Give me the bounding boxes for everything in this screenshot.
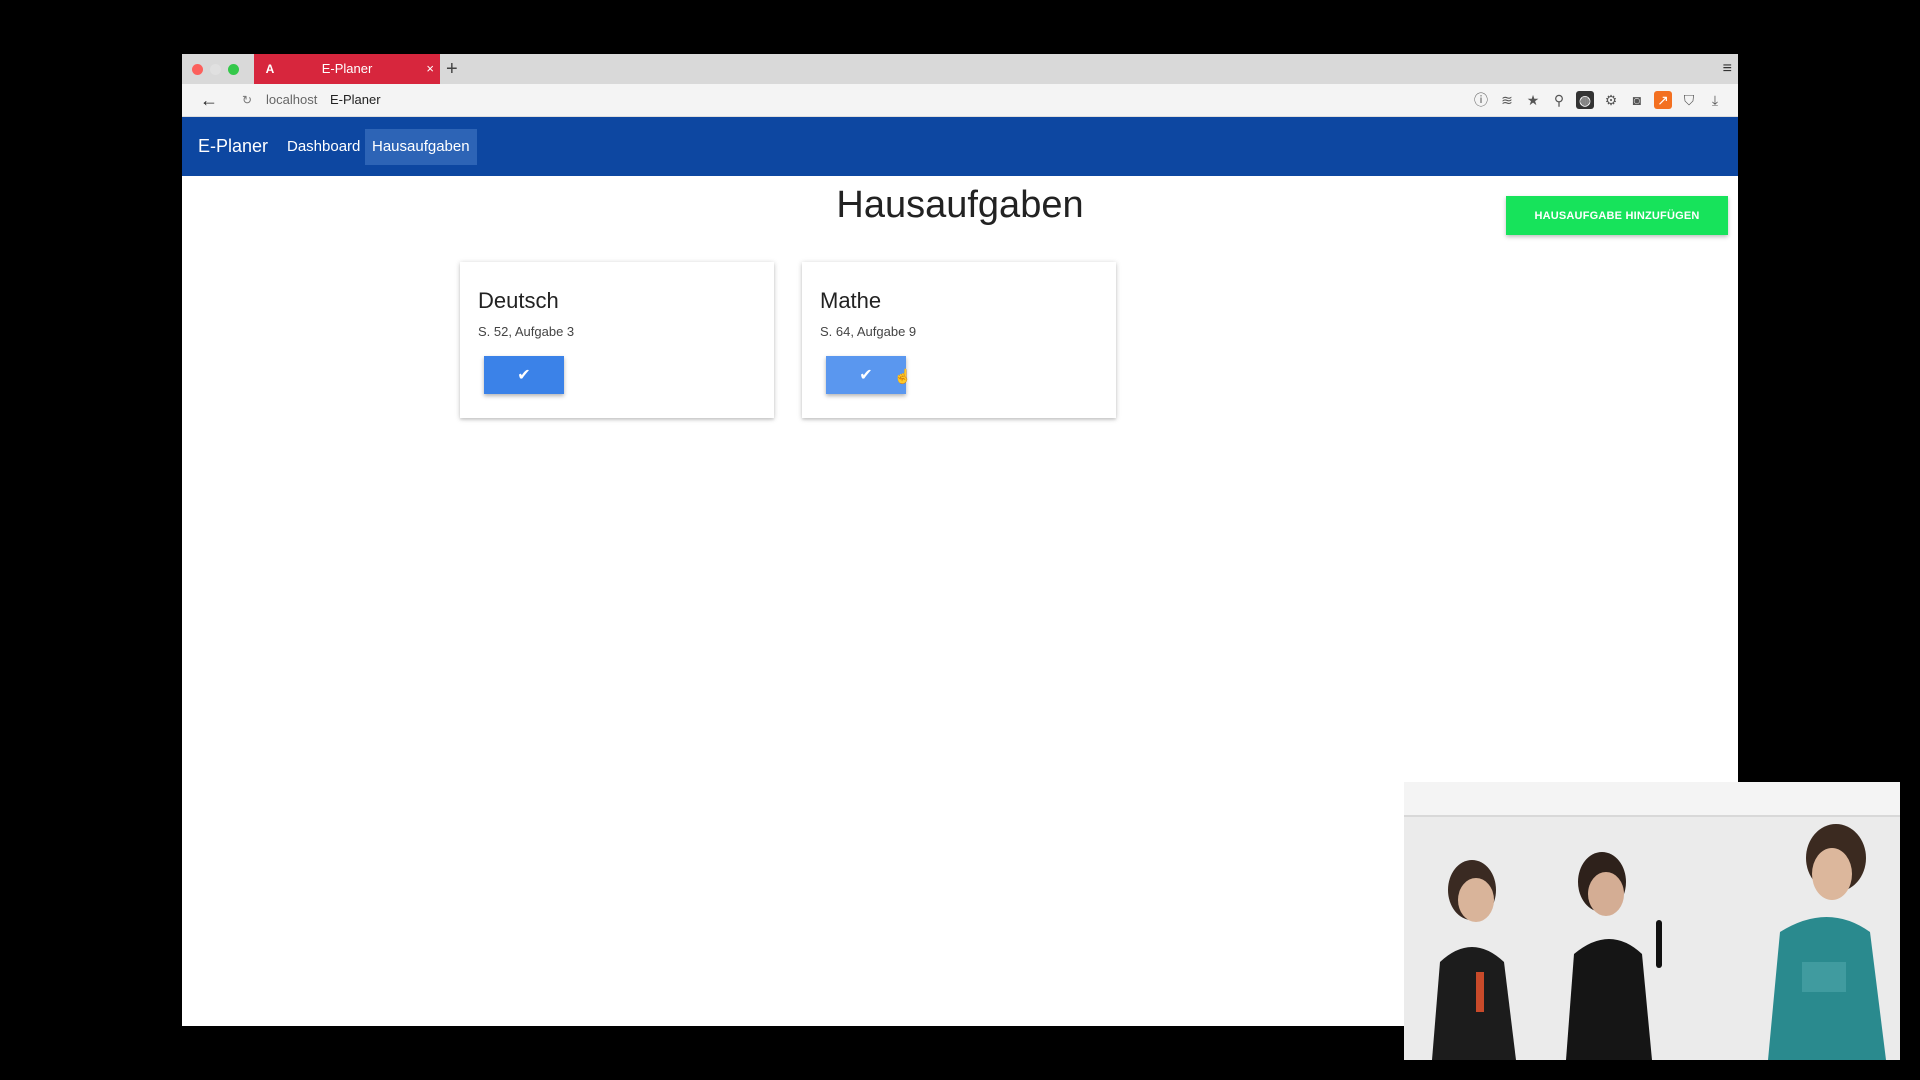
back-button[interactable]: ←	[200, 84, 218, 116]
ghost-icon[interactable]: ◍	[1576, 91, 1594, 109]
nav-item-hausaufgaben[interactable]: Hausaufgaben	[365, 129, 477, 165]
address-bar-host[interactable]: localhost	[266, 84, 317, 116]
card-subject: Mathe	[820, 288, 882, 313]
card-task: S. 52, Aufgabe 3	[478, 324, 575, 339]
tab-title: E-Planer	[321, 61, 373, 76]
mark-done-button[interactable]: ✔	[484, 356, 564, 394]
reload-icon[interactable]: ↻	[242, 84, 252, 116]
info-icon[interactable]: ⓘ	[1472, 91, 1490, 109]
camera-icon[interactable]: ◙	[1628, 91, 1646, 109]
browser-toolbar: ← ↻ localhost E-Planer ⓘ ≋ ★ ⚲ ◍ ⚙ ◙ ↗ ⛉…	[182, 84, 1738, 117]
presenters-image	[1404, 782, 1900, 1060]
menu-icon[interactable]: ≡	[1723, 54, 1732, 84]
presenter-webcam-video	[1404, 782, 1900, 1060]
star-icon[interactable]: ★	[1524, 91, 1542, 109]
address-bar-title[interactable]: E-Planer	[330, 84, 381, 116]
homework-card: Deutsch S. 52, Aufgabe 3 ✔	[460, 262, 774, 418]
page-title: Hausaufgaben	[836, 184, 1084, 226]
check-icon: ✔	[517, 367, 531, 384]
screen: A E-Planer × + ≡ ← ↻ localhost E-Planer …	[0, 0, 1920, 1080]
search-icon[interactable]: ⚲	[1550, 91, 1568, 109]
extension-icons: ⓘ ≋ ★ ⚲ ◍ ⚙ ◙ ↗ ⛉ ⤓	[1472, 90, 1724, 110]
download-icon[interactable]: ⤓	[1706, 91, 1724, 109]
add-homework-button[interactable]: HAUSAUFGABE HINZUFÜGEN	[1506, 196, 1728, 235]
maximize-window-button[interactable]	[228, 64, 239, 75]
tab-strip: A E-Planer × + ≡	[182, 54, 1738, 84]
app-brand[interactable]: E-Planer	[198, 117, 268, 176]
wifi-icon[interactable]: ≋	[1498, 91, 1516, 109]
new-tab-button[interactable]: +	[446, 54, 458, 84]
minimize-window-button[interactable]	[210, 64, 221, 75]
check-icon: ✔	[859, 367, 873, 384]
browser-tab[interactable]: A E-Planer ×	[254, 54, 440, 84]
shield-icon[interactable]: ⛉	[1680, 91, 1698, 109]
app-navbar: E-Planer Dashboard Hausaufgaben	[182, 117, 1738, 176]
card-subject: Deutsch	[478, 288, 559, 313]
tab-close-icon[interactable]: ×	[426, 54, 434, 84]
chart-icon[interactable]: ↗	[1654, 91, 1672, 109]
homework-card: Mathe S. 64, Aufgabe 9 ✔	[802, 262, 1116, 418]
hand-cursor-icon: ☝	[894, 368, 912, 384]
nav-item-dashboard[interactable]: Dashboard	[280, 129, 367, 165]
card-task: S. 64, Aufgabe 9	[820, 324, 917, 339]
close-window-button[interactable]	[192, 64, 203, 75]
gear-icon[interactable]: ⚙	[1602, 91, 1620, 109]
